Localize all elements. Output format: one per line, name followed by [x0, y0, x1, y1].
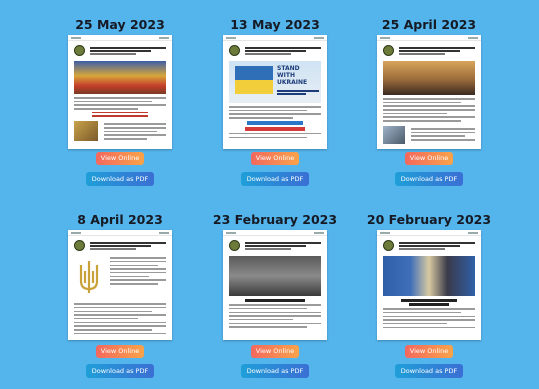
organization-logo-icon	[383, 45, 394, 56]
newsletter-date: 8 April 2023	[77, 212, 163, 227]
newsletter-thumbnail[interactable]	[377, 35, 481, 149]
trident-emblem-icon	[74, 255, 104, 299]
newsletter-card: 23 February 2023 View Online Download as…	[205, 213, 345, 383]
newsletter-date: 25 April 2023	[381, 17, 477, 32]
organization-logo-icon	[229, 240, 240, 251]
article-image	[74, 121, 98, 142]
newsletter-card: 8 April 2023 View Online Download as PDF	[50, 213, 190, 383]
download-pdf-button[interactable]: Download as PDF	[241, 172, 309, 186]
newsletter-thumbnail[interactable]	[223, 230, 327, 340]
organization-logo-icon	[229, 45, 240, 56]
article-image	[383, 125, 405, 144]
organization-logo-icon	[74, 45, 85, 56]
hero-image	[383, 61, 475, 95]
download-pdf-button[interactable]: Download as PDF	[241, 364, 309, 378]
view-online-button[interactable]: View Online	[251, 345, 299, 358]
newsletter-date: 13 May 2023	[230, 17, 320, 32]
download-pdf-button[interactable]: Download as PDF	[395, 172, 463, 186]
download-pdf-button[interactable]: Download as PDF	[395, 364, 463, 378]
newsletter-archive-grid: 25 May 2023 View Online Download as PDF …	[0, 0, 539, 389]
newsletter-thumbnail[interactable]	[377, 230, 481, 340]
newsletter-thumbnail[interactable]	[68, 230, 172, 340]
view-online-button[interactable]: View Online	[96, 345, 144, 358]
view-online-button[interactable]: View Online	[405, 345, 453, 358]
view-online-button[interactable]: View Online	[405, 152, 453, 165]
hero-image	[74, 61, 166, 94]
organization-logo-icon	[383, 240, 394, 251]
newsletter-date: 20 February 2023	[366, 212, 492, 227]
newsletter-thumbnail[interactable]: STAND WITH UKRAINE	[223, 35, 327, 149]
download-pdf-button[interactable]: Download as PDF	[86, 364, 154, 378]
stand-with-ukraine-text: STAND WITH UKRAINE	[277, 65, 308, 86]
hero-image	[383, 256, 475, 296]
newsletter-card: 20 February 2023 View Online Download as…	[359, 213, 499, 383]
newsletter-date: 23 February 2023	[212, 212, 338, 227]
hero-image: STAND WITH UKRAINE	[229, 61, 321, 103]
newsletter-thumbnail[interactable]	[68, 35, 172, 149]
newsletter-card: 13 May 2023 STAND WITH UKRAINE View Onli…	[205, 18, 345, 194]
organization-logo-icon	[74, 240, 85, 251]
newsletter-date: 25 May 2023	[75, 17, 165, 32]
newsletter-card: 25 May 2023 View Online Download as PDF	[50, 18, 190, 194]
download-pdf-button[interactable]: Download as PDF	[86, 172, 154, 186]
hero-image	[229, 256, 321, 296]
view-online-button[interactable]: View Online	[251, 152, 299, 165]
view-online-button[interactable]: View Online	[96, 152, 144, 165]
newsletter-card: 25 April 2023 View Online Download as PD…	[359, 18, 499, 194]
